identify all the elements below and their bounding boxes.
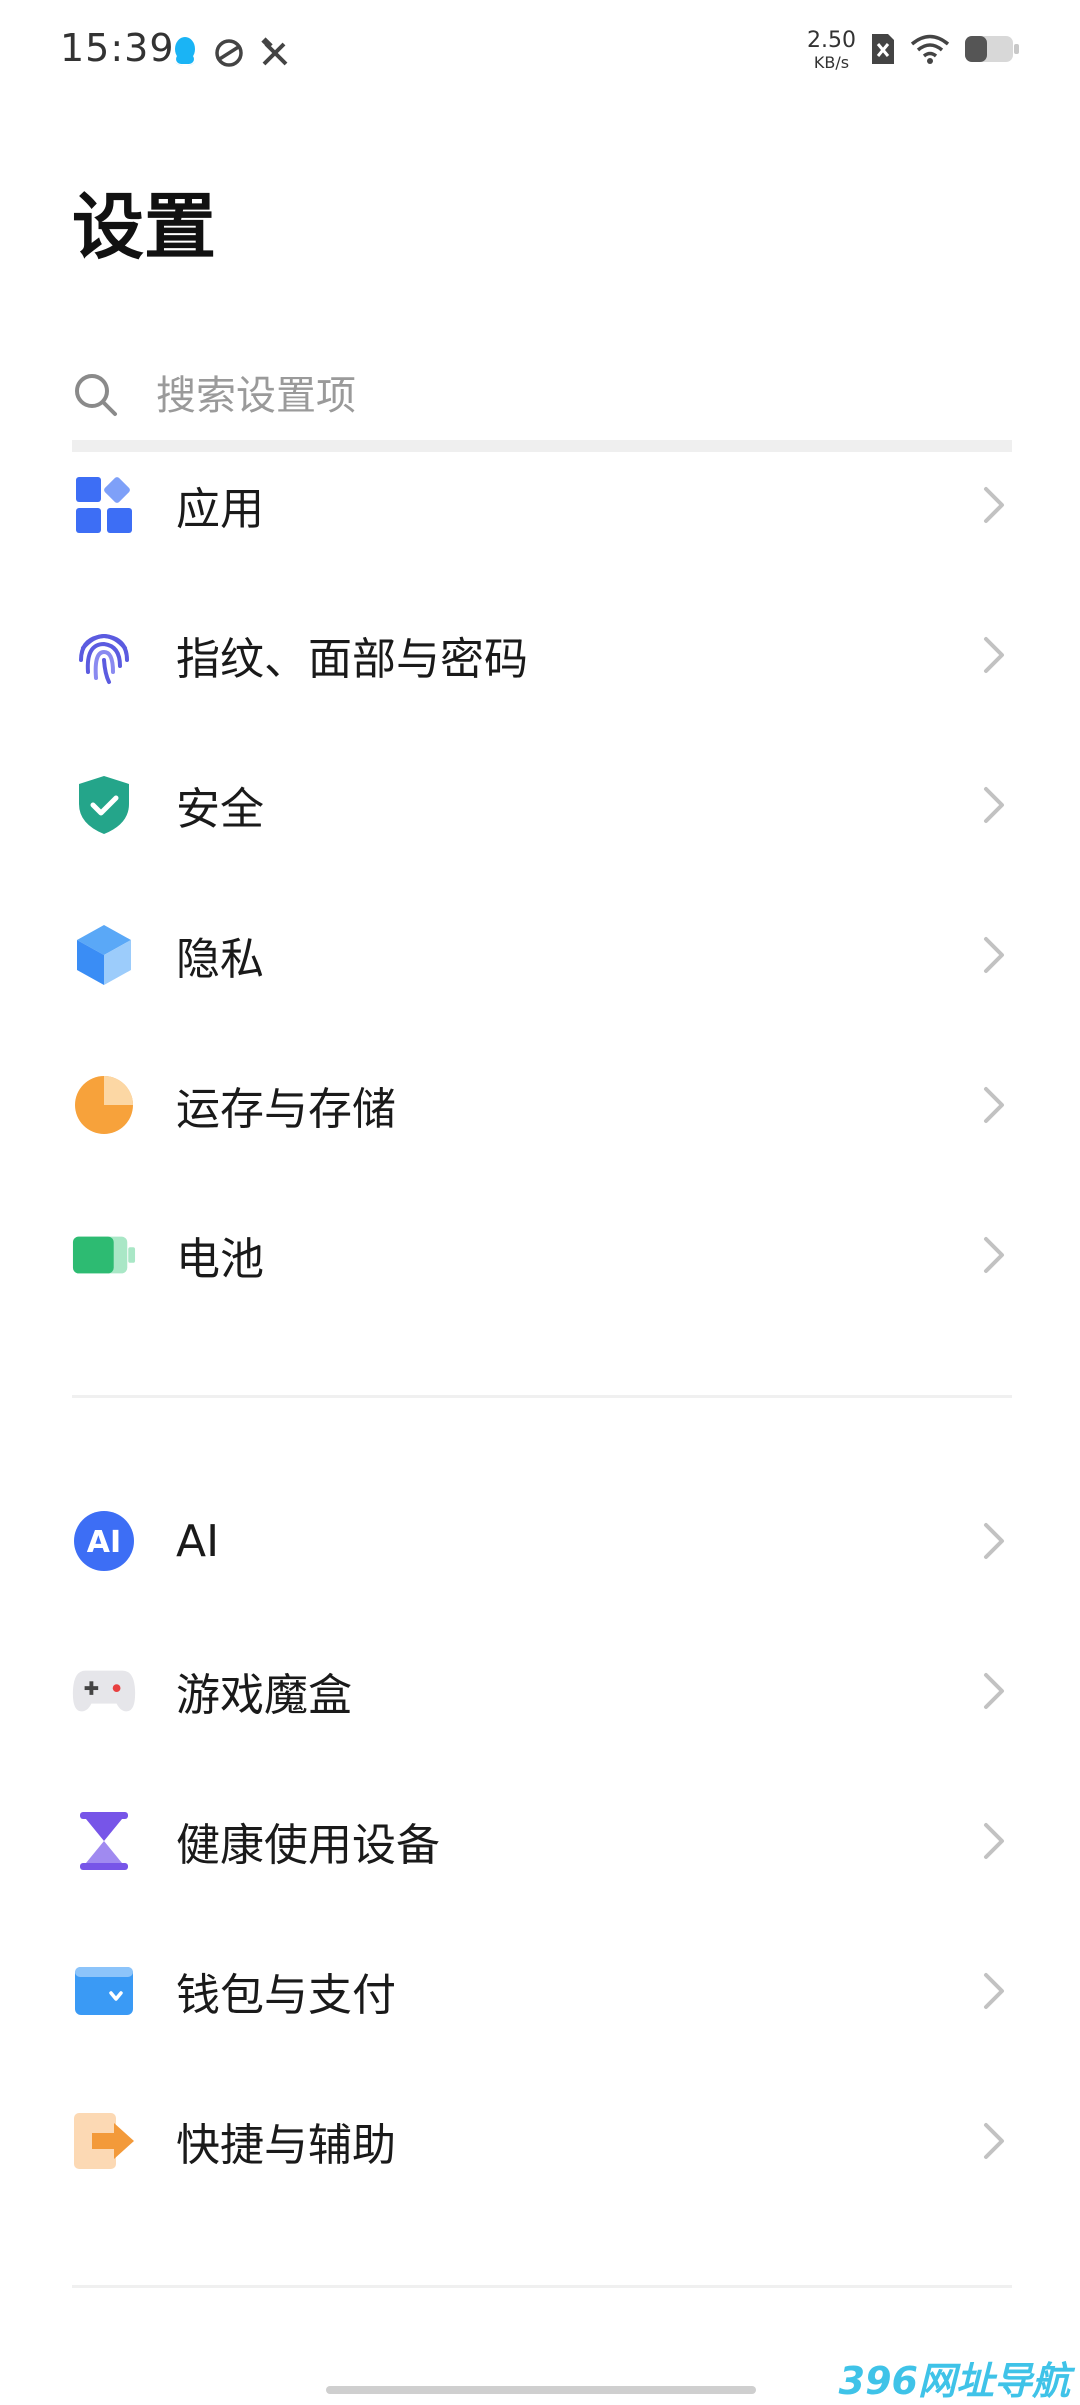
settings-item-wallet[interactable]: 钱包与支付 <box>72 1916 1012 2066</box>
settings-item-label: 健康使用设备 <box>176 1820 440 1871</box>
settings-item-label: 隐私 <box>176 934 264 985</box>
chevron-right-icon <box>984 2123 1004 2159</box>
sync-icon <box>212 36 246 74</box>
tools-icon <box>258 36 292 74</box>
shield-icon <box>72 773 136 837</box>
net-speed-unit: KB/s <box>813 53 850 72</box>
net-speed-value: 2.50 <box>807 28 856 53</box>
settings-item-battery[interactable]: 电池 <box>72 1180 1012 1330</box>
settings-item-game-box[interactable]: 游戏魔盒 <box>72 1616 1012 1766</box>
chevron-right-icon <box>984 637 1004 673</box>
settings-group-2: AI AI 游戏魔盒 健康使用设备 钱包与支付 快捷与辅助 <box>72 1466 1012 2216</box>
settings-item-label: 指纹、面部与密码 <box>176 634 528 685</box>
page-title: 设置 <box>72 185 217 269</box>
chevron-right-icon <box>984 1087 1004 1123</box>
chevron-right-icon <box>984 787 1004 823</box>
storage-pie-icon <box>72 1073 136 1137</box>
settings-item-label: 快捷与辅助 <box>176 2120 396 2171</box>
search-bar[interactable] <box>72 350 1012 442</box>
battery-status-icon <box>964 34 1020 68</box>
settings-group-1: 应用 指纹、面部与密码 安全 隐私 运存与存储 电池 <box>72 430 1012 1330</box>
gamepad-icon <box>72 1659 136 1723</box>
settings-item-label: 应用 <box>176 484 264 535</box>
settings-item-apps[interactable]: 应用 <box>72 430 1012 580</box>
settings-item-label: 运存与存储 <box>176 1084 396 1135</box>
settings-item-fingerprint[interactable]: 指纹、面部与密码 <box>72 580 1012 730</box>
home-indicator[interactable] <box>326 2386 756 2394</box>
settings-item-privacy[interactable]: 隐私 <box>72 880 1012 1030</box>
battery-icon <box>72 1223 136 1287</box>
settings-item-label: 安全 <box>176 784 264 835</box>
no-sim-icon <box>870 32 896 70</box>
privacy-cube-icon <box>72 923 136 987</box>
status-right-icons: 2.50 KB/s <box>807 30 1020 71</box>
ai-icon: AI <box>72 1509 136 1573</box>
qq-icon <box>170 36 200 74</box>
chevron-right-icon <box>984 1523 1004 1559</box>
fingerprint-icon <box>72 623 136 687</box>
settings-item-label: 钱包与支付 <box>176 1970 396 2021</box>
status-left-icons <box>170 36 292 74</box>
settings-item-digital-wellbeing[interactable]: 健康使用设备 <box>72 1766 1012 1916</box>
chevron-right-icon <box>984 937 1004 973</box>
wallet-icon <box>72 1959 136 2023</box>
hourglass-icon <box>72 1809 136 1873</box>
status-time: 15:39 <box>60 26 175 70</box>
settings-item-storage[interactable]: 运存与存储 <box>72 1030 1012 1180</box>
group-divider <box>72 2285 1012 2288</box>
chevron-right-icon <box>984 1673 1004 1709</box>
svg-text:AI: AI <box>87 1525 121 1560</box>
watermark: 396网址导航 <box>838 2359 1070 2403</box>
chevron-right-icon <box>984 487 1004 523</box>
wifi-icon <box>910 33 950 69</box>
settings-item-security[interactable]: 安全 <box>72 730 1012 880</box>
settings-item-label: 游戏魔盒 <box>176 1670 352 1721</box>
chevron-right-icon <box>984 1973 1004 2009</box>
chevron-right-icon <box>984 1237 1004 1273</box>
settings-item-shortcuts[interactable]: 快捷与辅助 <box>72 2066 1012 2216</box>
net-speed: 2.50 KB/s <box>807 30 856 71</box>
apps-icon <box>72 473 136 537</box>
settings-item-label: 电池 <box>176 1234 264 1285</box>
search-icon <box>72 371 118 421</box>
settings-item-label: AI <box>176 1515 220 1567</box>
chevron-right-icon <box>984 1823 1004 1859</box>
group-divider <box>72 1395 1012 1398</box>
search-input[interactable] <box>154 372 918 420</box>
settings-item-ai[interactable]: AI AI <box>72 1466 1012 1616</box>
shortcut-icon <box>72 2109 136 2173</box>
status-bar: 15:39 2.50 KB/s <box>0 0 1080 110</box>
